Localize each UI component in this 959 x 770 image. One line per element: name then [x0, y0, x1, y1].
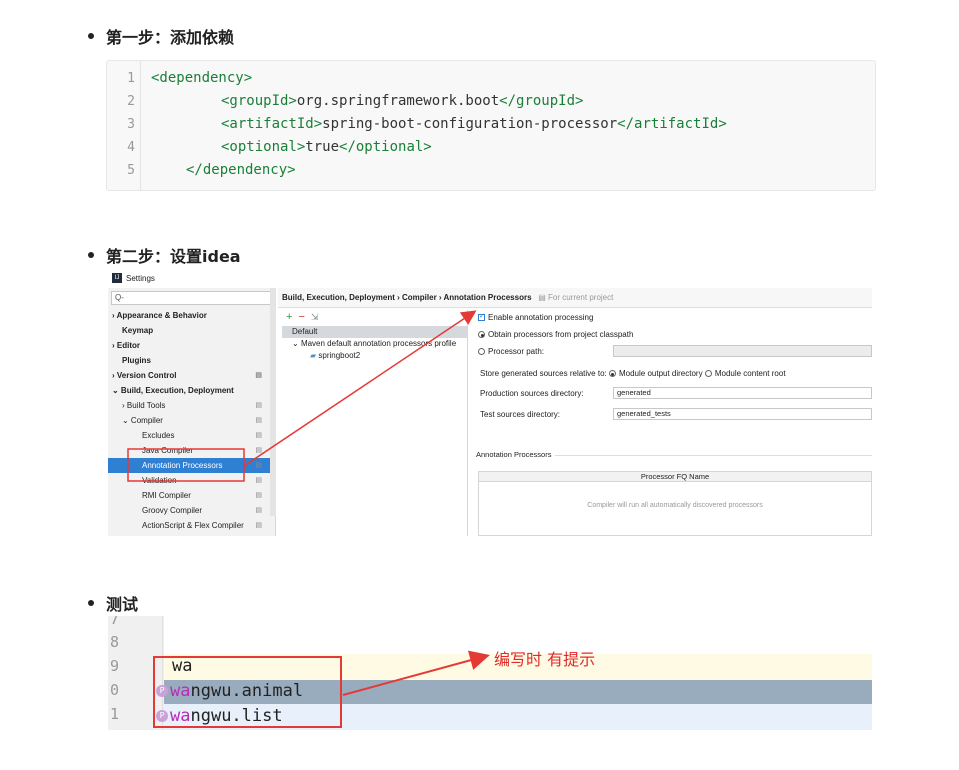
sidebar-item[interactable]: Validation ▤	[108, 473, 270, 488]
sidebar-item[interactable]: Groovy Compiler ▤	[108, 503, 270, 518]
sidebar-item[interactable]: Annotation Processors ▤	[108, 458, 270, 473]
sidebar-item[interactable]: RMI Compiler ▤	[108, 488, 270, 503]
sidebar-item[interactable]: ⌄ Build, Execution, Deployment	[108, 383, 270, 398]
sidebar-item[interactable]: › Editor	[108, 338, 270, 353]
section-heading: 测试	[106, 595, 139, 614]
breadcrumb: Build, Execution, Deployment › Compiler …	[278, 288, 872, 308]
suggestion-list[interactable]: wangwu.list	[170, 706, 283, 726]
profile-module[interactable]: ▰ springboot2	[282, 350, 468, 362]
section-heading: 第二步：设置idea	[106, 247, 241, 266]
test-dir-field[interactable]: generated_tests	[613, 408, 872, 420]
settings-sidebar: Q- › Appearance & Behavior Keymap › Editor…	[108, 288, 276, 536]
code-line-number: 1	[127, 71, 135, 86]
project-scope-icon: ▤	[255, 462, 262, 469]
project-scope-icon: ▤	[255, 372, 262, 379]
production-dir-label: Production sources directory:	[480, 389, 584, 398]
profiles-panel: + − ⇲ Default ⌄ Maven default annotation…	[282, 310, 468, 536]
project-scope-icon: ▤	[255, 522, 262, 529]
settings-search-input[interactable]: Q-	[111, 291, 273, 305]
move-icon[interactable]: ⇲	[311, 312, 319, 323]
project-scope-icon: ▤	[255, 402, 262, 409]
enable-annotation-processing-checkbox[interactable]: Enable annotation processing	[478, 312, 593, 322]
processor-path-radio[interactable]: Processor path:	[478, 347, 544, 356]
line-number: 9	[110, 657, 120, 675]
line-number: 8	[110, 633, 120, 651]
radio-icon	[478, 348, 485, 355]
profile-default[interactable]: Default	[282, 326, 468, 338]
sidebar-item[interactable]: › Appearance & Behavior	[108, 308, 270, 323]
property-icon: P	[156, 710, 168, 722]
empty-text: Compiler will run all automatically disc…	[587, 502, 763, 509]
project-scope-icon: ▤	[255, 417, 262, 424]
editor-completion-screenshot: 7 8 9 0 1 wa P wangwu.animal P wangwu.li…	[108, 616, 872, 730]
code-line: <optional>true</optional>	[221, 139, 432, 155]
code-line-number: 3	[127, 117, 135, 132]
code-line: <groupId>org.springframework.boot</group…	[221, 93, 584, 109]
project-scope-icon: ▤	[255, 432, 262, 439]
obtain-from-classpath-radio[interactable]: Obtain processors from project classpath	[478, 330, 633, 339]
sidebar-item[interactable]: › Version Control ▤	[108, 368, 270, 383]
section-bullet-add-dependency: 第一步：添加依赖	[88, 24, 234, 48]
completion-hint-annotation: 编写时 有提示	[494, 650, 596, 669]
bullet-dot	[88, 252, 94, 258]
typed-text: wa	[172, 656, 193, 676]
property-icon: P	[156, 685, 168, 697]
test-dir-label: Test sources directory:	[480, 410, 561, 419]
sidebar-scrollbar[interactable]	[270, 288, 276, 516]
code-line-number: 5	[127, 163, 135, 178]
module-folder-icon: ▰	[310, 351, 317, 360]
module-output-radio[interactable]	[608, 370, 616, 377]
settings-titlebar: IJ Settings	[108, 268, 872, 288]
sidebar-item[interactable]: ⌄ Compiler ▤	[108, 413, 270, 428]
line-number: 7	[110, 616, 120, 628]
remove-icon[interactable]: −	[298, 311, 304, 323]
profiles-toolbar: + − ⇲	[286, 310, 318, 324]
breadcrumb-path: Build, Execution, Deployment › Compiler …	[282, 293, 532, 302]
project-scope-icon: ▤	[255, 507, 262, 514]
project-scope-icon: ▤	[255, 477, 262, 484]
code-block: 1 <dependency> 2 <groupId>org.springframewo…	[106, 60, 876, 191]
radio-selected-icon	[478, 331, 485, 338]
breadcrumb-note: ▤ For current project	[533, 293, 614, 302]
window-title: Settings	[126, 273, 155, 283]
fq-name-header[interactable]: Processor FQ Name	[479, 472, 871, 482]
code-line-number: 2	[127, 94, 135, 109]
code-line: <artifactId>spring-boot-configuration-pr…	[221, 116, 727, 132]
processors-group: Annotation Processors	[476, 450, 872, 459]
project-scope-icon: ▤	[255, 492, 262, 499]
sidebar-item[interactable]: › Build Tools ▤	[108, 398, 270, 413]
suggestion-animal[interactable]: wangwu.animal	[170, 681, 303, 701]
processors-table[interactable]: Processor FQ Name Compiler will run all …	[478, 471, 872, 536]
section-bullet-idea-settings: 第二步：设置idea	[88, 243, 241, 267]
sidebar-item[interactable]: Keymap	[108, 323, 270, 338]
checkbox-checked-icon	[478, 312, 485, 321]
intellij-logo-icon: IJ	[112, 273, 122, 283]
annotation-options-panel: Enable annotation processing Obtain proc…	[470, 310, 872, 536]
sidebar-item[interactable]: Java Compiler ▤	[108, 443, 270, 458]
project-scope-icon: ▤	[255, 447, 262, 454]
sidebar-item[interactable]: Plugins	[108, 353, 270, 368]
add-icon[interactable]: +	[286, 311, 292, 323]
sidebar-item[interactable]: ActionScript & Flex Compiler ▤	[108, 518, 270, 533]
code-line: <dependency>	[151, 70, 253, 86]
module-content-radio[interactable]	[704, 370, 712, 377]
section-bullet-test: 测试	[88, 591, 138, 615]
profile-maven[interactable]: ⌄ Maven default annotation processors pr…	[282, 338, 468, 350]
code-line-number: 4	[127, 140, 135, 155]
code-line: </dependency>	[186, 162, 296, 178]
processor-path-field[interactable]	[613, 345, 872, 357]
bullet-dot	[88, 600, 94, 606]
sidebar-item[interactable]: Excludes ▤	[108, 428, 270, 443]
bullet-dot	[88, 33, 94, 39]
section-heading: 第一步：添加依赖	[106, 28, 235, 47]
store-generated-row: Store generated sources relative to: Mod…	[480, 369, 786, 378]
production-dir-field[interactable]: generated	[613, 387, 872, 399]
idea-settings-screenshot: IJ Settings Q- › Appearance & Behavior Ke…	[108, 268, 872, 536]
